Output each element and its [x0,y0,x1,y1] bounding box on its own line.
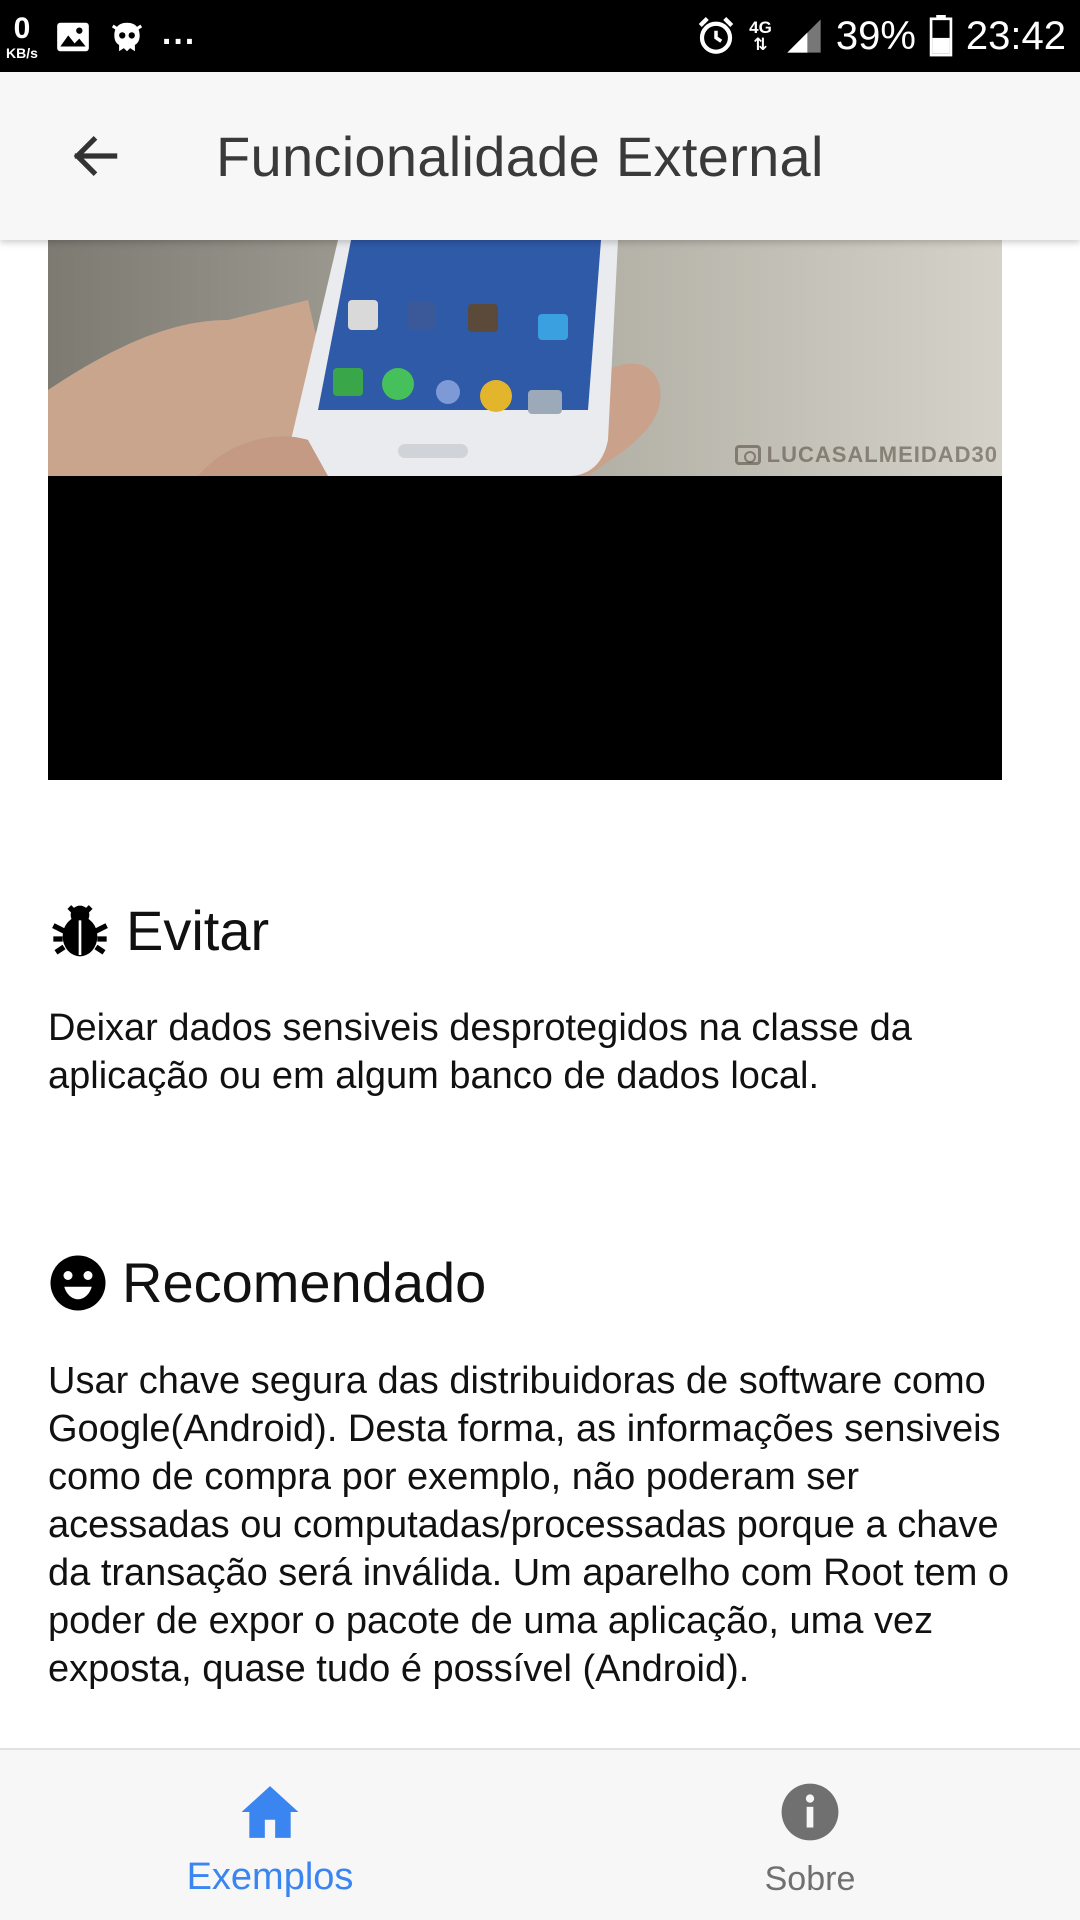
app-bar: Funcionalidade External [0,72,1080,240]
network-speed-unit: KB/s [6,45,38,61]
signal-icon [787,19,821,53]
section-recomendado-header: Recomendado [48,1250,486,1315]
info-icon [778,1780,842,1844]
network-type-label: 4G [749,18,772,37]
battery-icon [929,15,953,57]
instagram-icon [734,445,761,465]
bug-icon [52,904,108,956]
network-speed-value: 0 [13,12,31,45]
network-type: 4G ⇅ [749,19,772,53]
clock: 23:42 [965,13,1066,58]
status-right: 4G ⇅ 39% 23:42 [695,8,1066,64]
nav-item-sobre[interactable]: Sobre [540,1750,1080,1920]
section-recomendado-title: Recomendado [122,1251,487,1314]
video-thumbnail [48,240,1002,476]
ghost-app-icon [111,22,143,52]
status-left: 0 KB/s ... [6,10,196,64]
nav-label-sobre: Sobre [764,1860,856,1898]
section-evitar-title: Evitar [126,899,270,962]
arrow-left-icon [73,136,118,176]
gallery-icon [57,22,89,52]
section-evitar-text: Deixar dados sensiveis desprotegidos na … [48,1007,912,1097]
smile-icon [50,1255,106,1310]
watermark-text: LUCASALMEIDAD30 [766,442,998,467]
nav-label-exemplos: Exemplos [186,1856,354,1898]
data-arrows-icon: ⇅ [753,35,768,54]
home-icon [238,1780,302,1844]
alarm-icon [698,17,734,54]
network-speed: 0 KB/s [6,12,38,61]
nav-item-exemplos[interactable]: Exemplos [0,1750,540,1920]
section-recomendado-text: Usar chave segura das distribuidoras de … [48,1360,1010,1690]
back-button[interactable] [48,116,144,196]
battery-percent: 39% [835,13,916,58]
more-notifications: ... [161,13,197,52]
page-title: Funcionalidade External [216,125,824,188]
video-watermark: LUCASALMEIDAD30 [734,442,998,468]
video-player[interactable]: LUCASALMEIDAD30 [48,240,1002,780]
section-evitar-header: Evitar [48,898,269,963]
status-bar: 0 KB/s ... 4G ⇅ 39% 23:42 [0,0,1080,72]
bottom-navigation: Exemplos Sobre [0,1748,1080,1920]
